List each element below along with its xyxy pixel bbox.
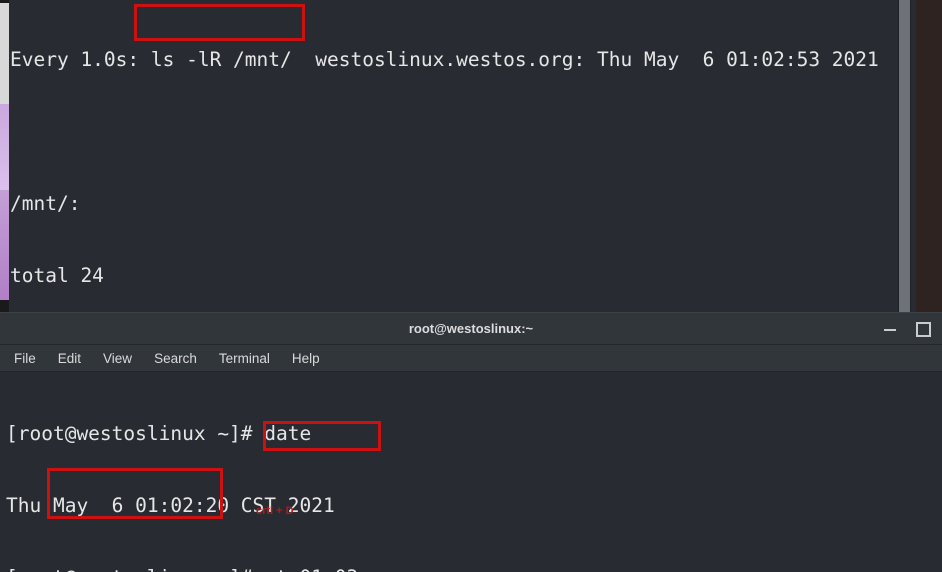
terminal-line: [root@westoslinux ~]# date	[6, 422, 312, 445]
watch-total-line: total 24	[10, 264, 104, 287]
menu-item-search[interactable]: Search	[154, 351, 197, 366]
menu-item-terminal[interactable]: Terminal	[219, 351, 270, 366]
menu-item-file[interactable]: File	[14, 351, 36, 366]
annotation-label-crtl-d: crtl + D	[256, 505, 294, 517]
watch-left-scrollbar[interactable]	[0, 0, 9, 312]
menubar: File Edit View Search Terminal Help	[0, 345, 942, 372]
watch-terminal-window: Every 1.0s: ls -lR /mnt/ westoslinux.wes…	[0, 0, 916, 312]
menu-item-help[interactable]: Help	[292, 351, 320, 366]
window-title: root@westoslinux:~	[408, 321, 534, 336]
blank-line-1	[10, 120, 900, 144]
watch-header-line: Every 1.0s: ls -lR /mnt/ westoslinux.wes…	[10, 48, 879, 71]
watch-terminal-output: Every 1.0s: ls -lR /mnt/ westoslinux.wes…	[10, 0, 900, 312]
minimize-icon	[884, 329, 896, 331]
menu-item-edit[interactable]: Edit	[58, 351, 81, 366]
minimize-button[interactable]	[880, 318, 900, 338]
gnome-terminal-window: root@westoslinux:~ File Edit View Search…	[0, 312, 942, 572]
terminal-output: [root@westoslinux ~]# date Thu May 6 01:…	[6, 374, 570, 572]
maximize-icon	[916, 322, 931, 337]
terminal-body[interactable]: [root@westoslinux ~]# date Thu May 6 01:…	[0, 372, 942, 572]
watch-path-header: /mnt/:	[10, 192, 81, 215]
menu-item-view[interactable]: View	[103, 351, 132, 366]
maximize-button[interactable]	[912, 318, 932, 338]
terminal-line: [root@westoslinux ~]# at 01:03	[6, 566, 570, 572]
titlebar: root@westoslinux:~	[0, 312, 942, 345]
